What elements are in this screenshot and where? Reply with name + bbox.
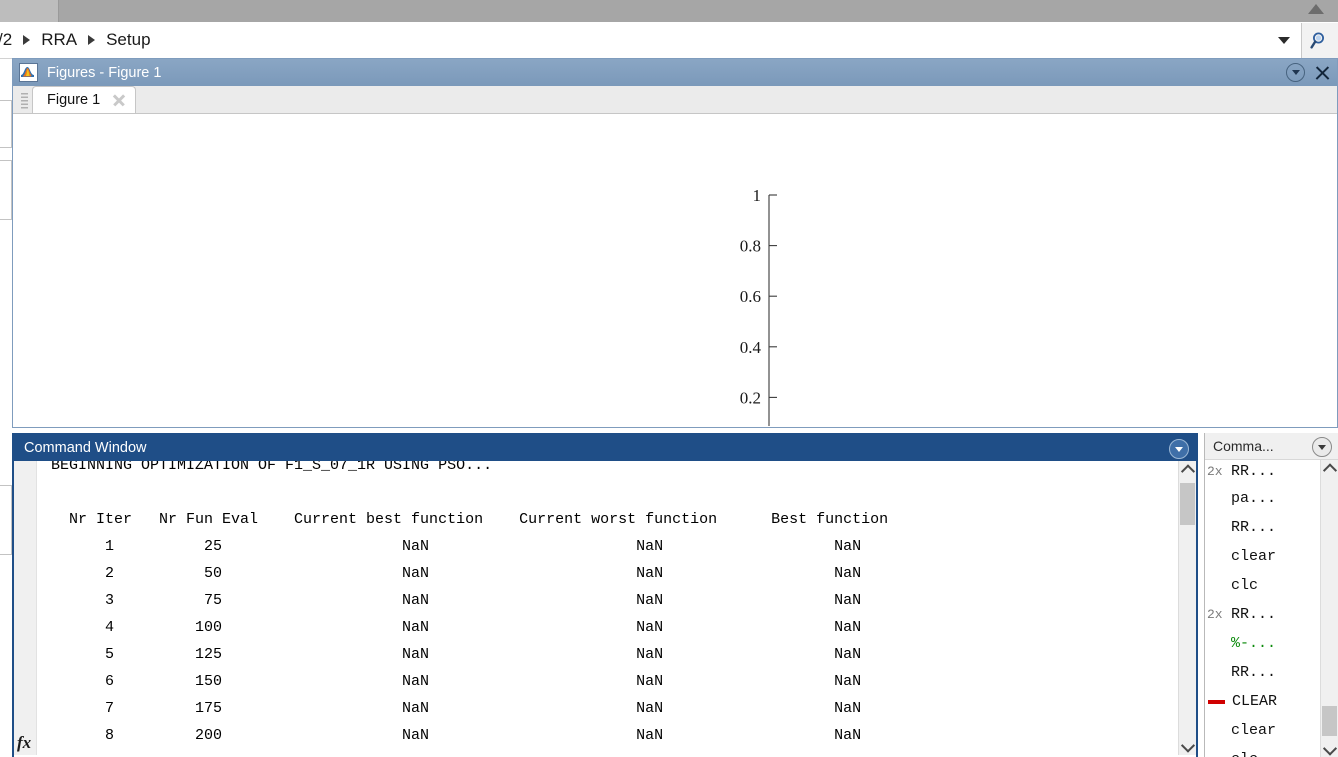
figure-tabstrip: Figure 1 xyxy=(13,86,1337,114)
scroll-down-icon[interactable] xyxy=(1321,741,1338,757)
command-history-list[interactable]: 2x RR... pa... RR... clear clc 2x RR... … xyxy=(1205,460,1320,757)
output-table-header: Nr Iter Nr Fun Eval Current best functio… xyxy=(51,511,889,528)
history-item[interactable]: clear xyxy=(1205,542,1320,571)
breadcrumb-item-1[interactable]: RRA xyxy=(39,30,79,50)
history-item-text: RR... xyxy=(1231,463,1277,480)
scrollbar-thumb[interactable] xyxy=(1322,706,1337,736)
figures-title: Figures - Figure 1 xyxy=(47,64,162,81)
output-row: 3 75 NaN NaN NaN xyxy=(51,592,862,609)
history-item-text: clc xyxy=(1231,577,1259,594)
command-history-titlebar[interactable]: Comma... xyxy=(1205,433,1338,460)
history-item[interactable]: 2x RR... xyxy=(1205,600,1320,629)
history-item-text: clear xyxy=(1231,722,1277,739)
figures-titlebar[interactable]: Figures - Figure 1 xyxy=(13,59,1337,86)
output-row: 8 200 NaN NaN NaN xyxy=(51,727,862,744)
breadcrumb: /2 RRA Setup xyxy=(0,30,1267,50)
output-row: 6 150 NaN NaN NaN xyxy=(51,673,862,690)
tab-label: Figure 1 xyxy=(47,92,101,108)
dock-menu-icon[interactable] xyxy=(1286,63,1305,82)
breadcrumb-separator-icon xyxy=(23,35,31,45)
history-item-text: RR... xyxy=(1231,606,1277,623)
docked-panel-sliver xyxy=(0,100,12,148)
ytick-label: 0.8 xyxy=(740,237,761,256)
toolstrip-background xyxy=(0,0,1338,22)
matlab-membrane-icon xyxy=(19,63,38,82)
breadcrumb-separator-icon xyxy=(88,35,96,45)
toolstrip-tab-placeholder[interactable] xyxy=(0,0,59,22)
history-item[interactable]: clc xyxy=(1205,571,1320,600)
output-line-clipped: BEGINNING OPTIMIZATION OF F1_S_07_1R USI… xyxy=(51,461,493,474)
history-item[interactable]: 2x RR... xyxy=(1205,460,1320,484)
scrollbar-thumb[interactable] xyxy=(1180,483,1195,525)
history-item-text: clc xyxy=(1231,745,1258,757)
history-item-text: pa... xyxy=(1231,490,1277,507)
search-icon[interactable] xyxy=(1301,22,1338,58)
output-row: 1 25 NaN NaN NaN xyxy=(51,538,862,555)
address-bar: /2 RRA Setup xyxy=(0,22,1338,59)
history-repeat-badge: 2x xyxy=(1207,607,1223,622)
scroll-up-icon[interactable] xyxy=(1321,460,1338,477)
history-item[interactable]: %-... xyxy=(1205,629,1320,658)
ytick-label: 0.6 xyxy=(740,287,761,306)
history-item-marked[interactable]: CLEAR xyxy=(1205,687,1320,716)
command-window-titlebar[interactable]: Command Window xyxy=(14,435,1196,461)
figures-window: Figures - Figure 1 Figure 1 1 0.8 0.6 0.… xyxy=(12,58,1338,428)
fx-prompt-icon[interactable]: fx xyxy=(17,733,31,753)
command-window-scrollbar[interactable] xyxy=(1178,461,1196,755)
output-row: 9 225 NaN NaN NaN xyxy=(51,749,1178,755)
close-icon[interactable] xyxy=(1313,64,1331,82)
breadcrumb-item-2[interactable]: Setup xyxy=(104,30,152,50)
history-item-text: RR... xyxy=(1231,664,1277,681)
command-window: Command Window fx BEGINNING OPTIMIZATION… xyxy=(12,433,1198,757)
scroll-down-icon[interactable] xyxy=(1179,738,1196,755)
ytick-label: 0.2 xyxy=(740,388,761,407)
output-row: 7 175 NaN NaN NaN xyxy=(51,700,862,717)
output-row: 5 125 NaN NaN NaN xyxy=(51,646,862,663)
command-window-body: fx BEGINNING OPTIMIZATION OF F1_S_07_1R … xyxy=(14,461,1196,755)
figures-window-buttons xyxy=(1286,59,1331,86)
tab-figure-1[interactable]: Figure 1 xyxy=(32,86,137,113)
history-item-text: %-... xyxy=(1231,635,1277,652)
figure-canvas[interactable]: 1 0.8 0.6 0.4 0.2 0 0 10 20 30 40 xyxy=(13,114,1337,426)
command-history-title: Comma... xyxy=(1213,438,1274,454)
matlab-desktop: /2 RRA Setup xyxy=(0,0,1338,757)
chevron-down-icon[interactable] xyxy=(1267,23,1301,57)
ytick-label: 1 xyxy=(753,186,762,205)
command-window-title: Command Window xyxy=(24,440,147,456)
command-history-body: 2x RR... pa... RR... clear clc 2x RR... … xyxy=(1205,460,1338,757)
command-history-scrollbar[interactable] xyxy=(1320,460,1338,757)
ytick-label: 0.4 xyxy=(740,338,762,357)
drag-grip-icon[interactable] xyxy=(21,93,28,110)
command-window-output[interactable]: BEGINNING OPTIMIZATION OF F1_S_07_1R USI… xyxy=(37,461,1178,755)
dock-menu-icon[interactable] xyxy=(1169,439,1189,459)
output-row: 4 100 NaN NaN NaN xyxy=(51,619,862,636)
axes-plot[interactable]: 1 0.8 0.6 0.4 0.2 0 0 10 20 30 40 xyxy=(13,114,1337,426)
history-item[interactable]: pa... xyxy=(1205,484,1320,513)
docked-panel-sliver xyxy=(0,160,12,220)
breadcrumb-item-0[interactable]: /2 xyxy=(0,30,14,50)
collapse-up-arrow-icon[interactable] xyxy=(1308,4,1324,14)
command-history-panel: Comma... 2x RR... pa... RR... clear clc … xyxy=(1204,433,1338,757)
output-line-blank xyxy=(51,479,1178,506)
address-bar-controls xyxy=(1267,22,1338,58)
history-item-text: CLEAR xyxy=(1232,693,1278,710)
tab-close-icon[interactable] xyxy=(112,93,126,107)
history-item-text: clear xyxy=(1231,548,1277,565)
history-item-text: RR... xyxy=(1231,519,1277,536)
history-item[interactable]: clc xyxy=(1205,745,1320,757)
output-row: 2 50 NaN NaN NaN xyxy=(51,565,862,582)
command-window-gutter: fx xyxy=(14,461,37,755)
history-item[interactable]: clear xyxy=(1205,716,1320,745)
history-item[interactable]: RR... xyxy=(1205,513,1320,542)
error-mark-icon xyxy=(1207,699,1232,704)
history-repeat-badge: 2x xyxy=(1207,464,1223,479)
docked-panel-sliver xyxy=(0,485,12,555)
scroll-up-icon[interactable] xyxy=(1179,461,1196,478)
history-item[interactable]: RR... xyxy=(1205,658,1320,687)
dock-menu-icon[interactable] xyxy=(1312,437,1332,457)
